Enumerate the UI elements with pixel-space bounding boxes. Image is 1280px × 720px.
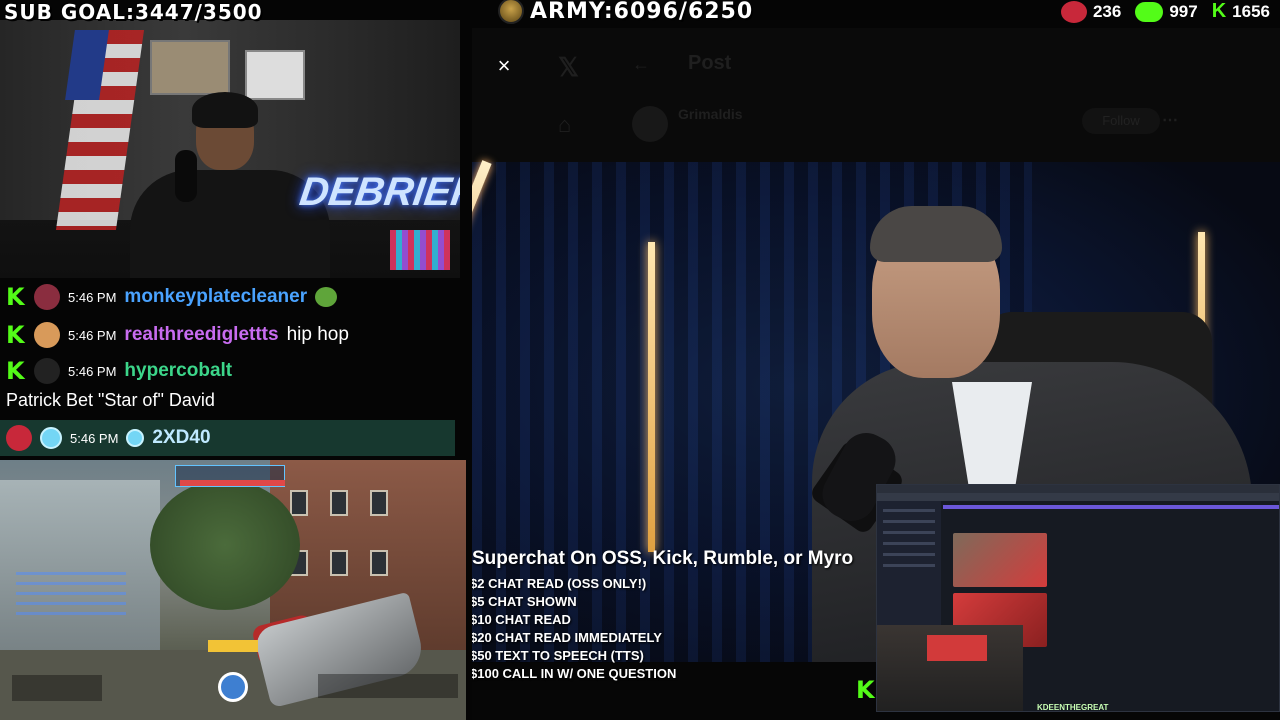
x-logo-icon: 𝕏: [558, 52, 579, 82]
sidebar-line: [883, 564, 935, 567]
chat-text: hip hop: [286, 324, 349, 345]
avatar: [34, 284, 60, 310]
sidebar-line: [883, 531, 935, 534]
home-icon[interactable]: ⌂: [558, 112, 571, 138]
wall-frame: [150, 40, 230, 95]
video-thumbnail: [953, 533, 1047, 587]
page-title: Post: [688, 52, 732, 74]
chat-username: realthreediglettts: [124, 324, 279, 345]
superchat-title: Superchat On OSS, Kick, Rumble, or Myro: [472, 548, 854, 569]
counter-value: 236: [1092, 1, 1122, 21]
kill-feed: [16, 572, 126, 622]
superchat-tier: $10 CHAT READ: [472, 612, 571, 627]
rumble-play-icon: [1135, 1, 1164, 22]
sidebar-line: [883, 509, 935, 512]
game-capture: [0, 460, 466, 720]
back-arrow-icon[interactable]: ←: [632, 54, 650, 75]
neon-sign: DEBRIEF: [296, 170, 460, 214]
kick-k-icon: K: [856, 676, 875, 704]
chat-text: Patrick Bet "Star of" David: [6, 390, 215, 410]
browser-url-bar: [877, 493, 1279, 501]
game-window: [370, 490, 388, 516]
superchat-tier: $20 CHAT READ IMMEDIATELY: [472, 630, 662, 645]
sidebar-line: [883, 553, 935, 556]
chat-time: 5:46 PM: [68, 289, 117, 305]
chat-panel: K 5:46 PM monkeyplatecleaner K 5:46 PM r…: [0, 280, 460, 460]
avatar: [34, 322, 60, 348]
pepe-emote-icon: [315, 287, 338, 307]
ability-label: [208, 640, 258, 652]
game-window: [330, 550, 348, 576]
pip-banner: [927, 635, 987, 661]
game-window: [290, 490, 308, 516]
rgb-controller: [390, 230, 450, 270]
counter-rumble: 997: [1135, 1, 1198, 22]
chat-time: 5:46 PM: [68, 363, 117, 379]
light-strip: [648, 242, 655, 552]
superchat-overlay: Superchat On OSS, Kick, Rumble, or Myro …: [472, 548, 902, 683]
streamer-webcam: DEBRIEF: [0, 20, 460, 278]
x-post-header: × 𝕏 ← Post ⌂ Grimaldis Follow ⋯: [472, 28, 1280, 162]
superchat-tier: $100 CALL IN W/ ONE QUESTION: [472, 666, 677, 681]
browser-pip: KDEENTHEGREAT: [876, 484, 1280, 712]
red-badge-icon: [6, 425, 32, 451]
chat-time: 5:46 PM: [70, 430, 119, 446]
viewer-counters: 236 997 K 1656: [1060, 0, 1270, 23]
stream-layout: SUB GOAL:3447/3500 ARMY:6096/6250 236 99…: [0, 0, 1280, 720]
superchat-tier: $50 TEXT TO SPEECH (TTS): [472, 648, 644, 663]
follow-button[interactable]: Follow: [1082, 108, 1160, 134]
browser-tabs: [877, 485, 1279, 493]
chat-username: monkeyplatecleaner: [124, 286, 308, 307]
counter-red: 236: [1060, 0, 1122, 23]
kick-k-icon: K: [6, 283, 25, 311]
chat-username: 2XD40: [152, 427, 211, 448]
counter-value: 997: [1169, 1, 1198, 21]
objective-progress: [180, 480, 285, 486]
counter-kick: K 1656: [1212, 0, 1270, 23]
sidebar-line: [883, 520, 935, 523]
streamer-hat: [192, 92, 258, 128]
wall-frame: [245, 50, 305, 100]
army-badge-icon: [498, 0, 524, 24]
sub-goal-text: SUB GOAL:3447/3500: [4, 0, 263, 24]
chat-message: K 5:46 PM hypercobalt: [6, 356, 232, 386]
game-window: [330, 490, 348, 516]
kick-k-icon: K: [1211, 0, 1227, 22]
avatar: [34, 358, 60, 384]
superchat-tier: $5 CHAT SHOWN: [472, 594, 577, 609]
stream-overlay-bar: SUB GOAL:3447/3500 ARMY:6096/6250 236 99…: [0, 0, 1280, 24]
host-hair: [870, 206, 1002, 262]
sidebar-line: [883, 542, 935, 545]
microphone: [175, 150, 197, 202]
more-icon[interactable]: ⋯: [1162, 110, 1178, 130]
poster-name[interactable]: Grimaldis: [678, 106, 743, 122]
diamond-icon: [40, 427, 62, 449]
chat-username: hypercobalt: [124, 360, 233, 381]
pip-footer-text: KDEENTHEGREAT: [1037, 703, 1109, 712]
close-button[interactable]: ×: [492, 54, 516, 78]
red-badge-icon: [1060, 0, 1087, 23]
chat-message: K 5:46 PM monkeyplatecleaner: [6, 282, 338, 312]
ammo-hud: [318, 674, 458, 698]
army-text: ARMY:6096/6250: [530, 0, 754, 24]
chat-message: K 5:46 PM realthreediglettts hip hop: [6, 320, 349, 350]
kick-k-icon: K: [6, 321, 25, 349]
game-tree: [150, 480, 300, 610]
chat-time: 5:46 PM: [68, 327, 117, 343]
counter-value: 1656: [1232, 1, 1270, 21]
avatar[interactable]: [632, 106, 668, 142]
ultimate-icon: [218, 672, 248, 702]
diamond-icon: [126, 429, 145, 447]
superchat-list: $2 CHAT READ (OSS ONLY!) $5 CHAT SHOWN $…: [472, 575, 902, 683]
browser-progress: [943, 505, 1279, 509]
army-counter: ARMY:6096/6250: [498, 0, 753, 24]
health-hud: [12, 675, 102, 701]
sub-goal-counter: SUB GOAL:3447/3500: [4, 0, 263, 24]
kick-k-icon: K: [6, 357, 25, 385]
game-window: [370, 550, 388, 576]
chat-highlight-message: 5:46 PM 2XD40: [0, 420, 455, 456]
superchat-tier: $2 CHAT READ (OSS ONLY!): [472, 576, 647, 591]
